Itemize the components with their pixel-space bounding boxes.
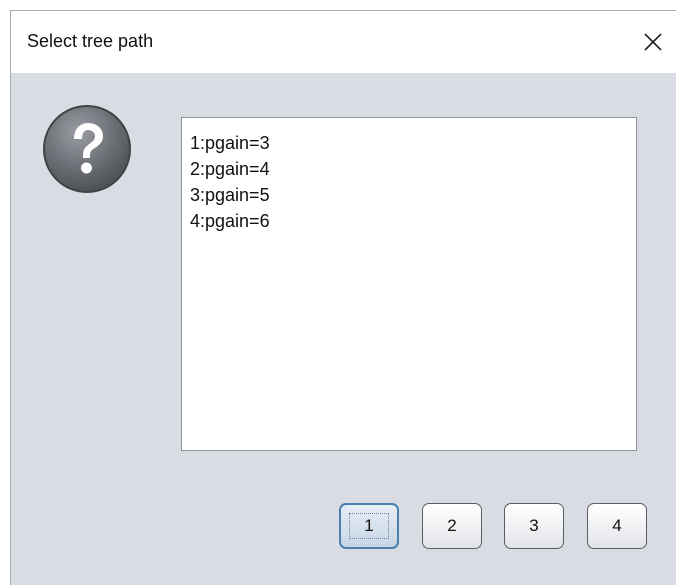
title-bar: Select tree path <box>11 11 676 73</box>
tree-path-list[interactable]: 1:pgain=3 2:pgain=4 3:pgain=5 4:pgain=6 <box>181 117 637 451</box>
option-3-label: 3 <box>529 516 539 535</box>
close-button[interactable] <box>630 11 676 73</box>
option-4-button[interactable]: 4 <box>587 503 647 549</box>
option-1-label: 1 <box>364 516 374 535</box>
option-2-label: 2 <box>447 516 457 535</box>
list-item[interactable]: 3:pgain=5 <box>190 182 636 208</box>
dialog-window: Select tree path 1:pgain=3 2:pgain=4 3:p… <box>10 10 676 585</box>
close-icon <box>644 33 662 51</box>
list-item[interactable]: 2:pgain=4 <box>190 156 636 182</box>
option-2-button[interactable]: 2 <box>422 503 482 549</box>
option-1-button[interactable]: 1 <box>339 503 399 549</box>
list-item[interactable]: 1:pgain=3 <box>190 130 636 156</box>
option-3-button[interactable]: 3 <box>504 503 564 549</box>
option-4-label: 4 <box>612 516 622 535</box>
question-icon <box>43 105 131 193</box>
list-item[interactable]: 4:pgain=6 <box>190 208 636 234</box>
dialog-title: Select tree path <box>27 31 154 51</box>
